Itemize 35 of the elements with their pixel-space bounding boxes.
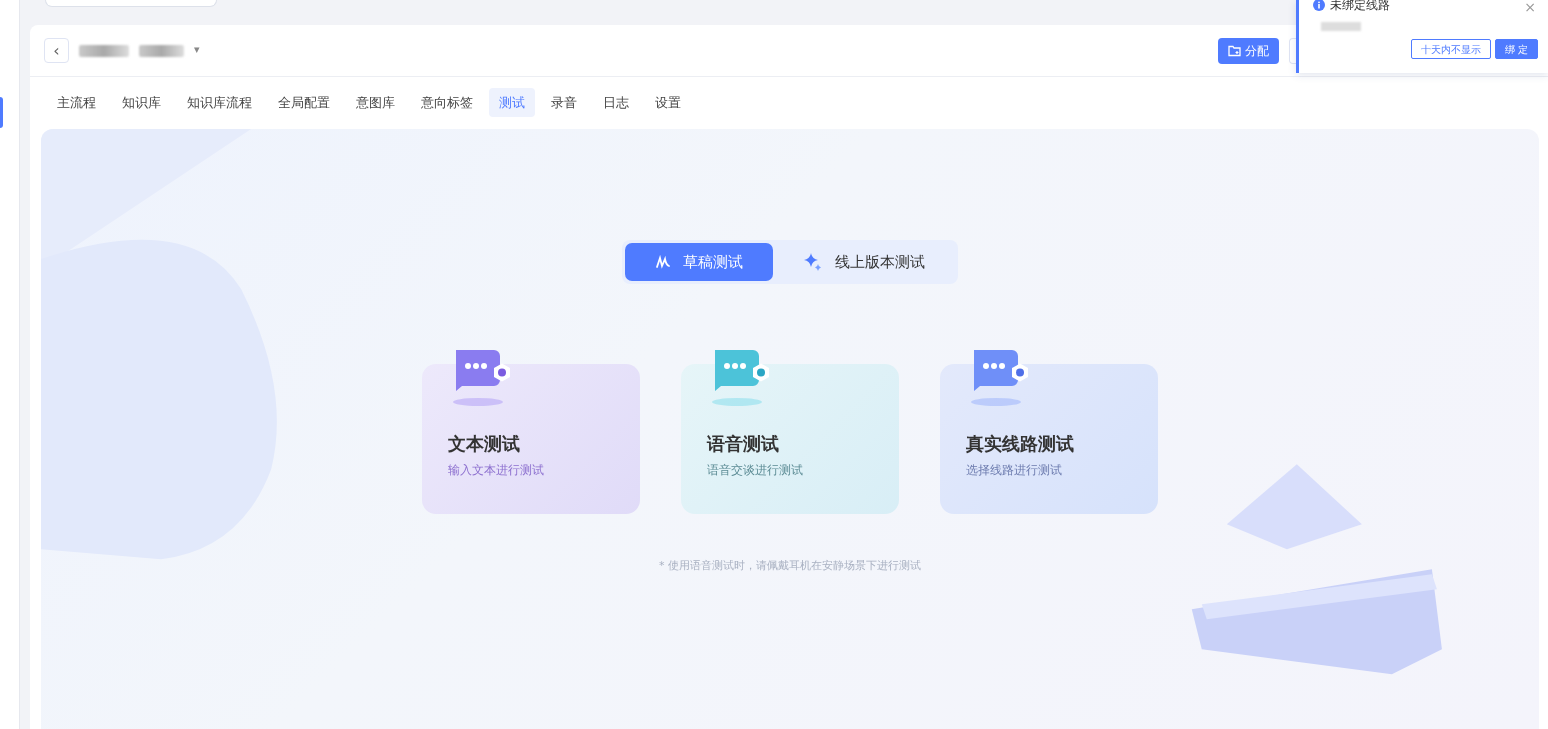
card-subtitle: 语音交谈进行测试 (707, 462, 804, 479)
card-title: 文本测试 (448, 432, 521, 456)
search-field[interactable] (45, 0, 217, 7)
test-card[interactable]: 语音测试 语音交谈进行测试 (681, 364, 899, 514)
tab[interactable]: 主流程 (47, 88, 106, 117)
tab[interactable]: 意向标签 (411, 88, 483, 117)
mode-tab[interactable]: 线上版本测试 (773, 243, 955, 281)
tab[interactable]: 全局配置 (268, 88, 340, 117)
bind-button[interactable]: 绑 定 (1494, 39, 1538, 59)
tab[interactable]: 录音 (541, 88, 587, 117)
blurred-text (1321, 22, 1361, 31)
notice-text: * 使用语音测试时，请佩戴耳机在安静场景下进行测试 (659, 558, 921, 574)
back-button[interactable]: ‹ (44, 38, 69, 63)
blurred-text (79, 44, 129, 57)
card-title: 语音测试 (707, 432, 780, 456)
card-title: 真实线路测试 (966, 432, 1075, 456)
card-subtitle: 选择线路进行测试 (966, 462, 1063, 479)
tab[interactable]: 日志 (593, 88, 639, 117)
test-card[interactable]: 文本测试 输入文本进行测试 (422, 364, 640, 514)
tab[interactable]: 测试 (489, 88, 535, 117)
folder-icon (1228, 44, 1241, 57)
sparkle-icon (803, 252, 823, 272)
card-subtitle: 输入文本进行测试 (448, 462, 545, 479)
tab[interactable]: 知识库流程 (177, 88, 262, 117)
dismiss-button[interactable]: 十天内不显示 (1410, 39, 1491, 59)
tab[interactable]: 意图库 (346, 88, 405, 117)
mode-tab[interactable]: 草稿测试 (625, 243, 773, 281)
tab[interactable]: 知识库 (112, 88, 171, 117)
caret-icon[interactable]: ▾ (194, 42, 200, 59)
test-card[interactable]: 真实线路测试 选择线路进行测试 (940, 364, 1158, 514)
tab[interactable]: 设置 (645, 88, 691, 117)
active-indicator (0, 97, 3, 128)
scribble-icon (655, 255, 671, 269)
blurred-text (139, 44, 184, 57)
assign-button[interactable]: 分配 (1218, 37, 1279, 64)
